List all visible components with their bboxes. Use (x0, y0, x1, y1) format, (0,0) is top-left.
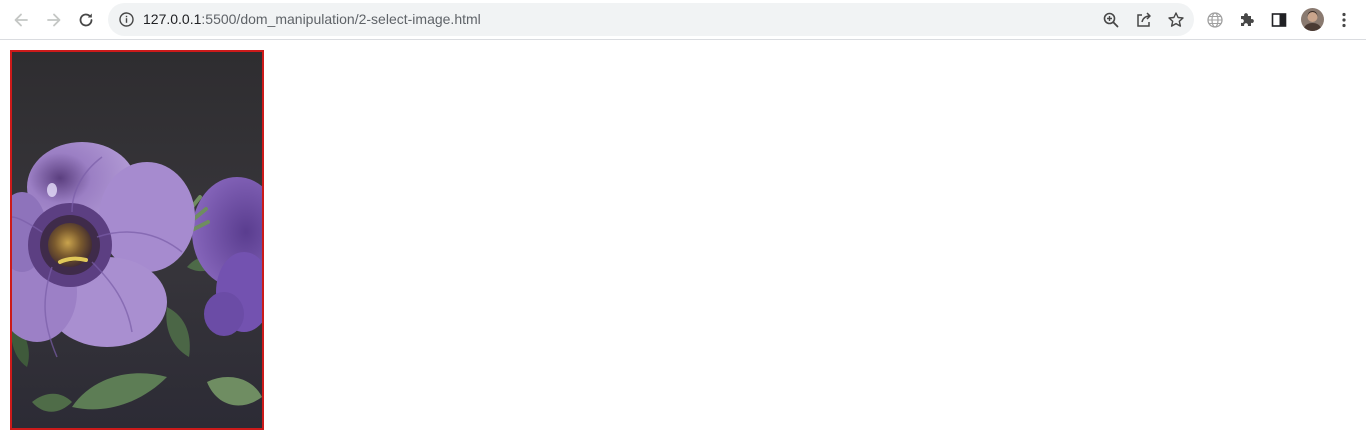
side-panel-icon (1271, 13, 1287, 27)
globe-icon (1207, 12, 1223, 28)
info-icon[interactable] (118, 11, 135, 28)
zoom-icon (1103, 12, 1119, 28)
arrow-left-icon (14, 13, 28, 27)
avatar[interactable] (1301, 8, 1324, 31)
address-bar[interactable]: 127.0.0.1:5500/dom_manipulation/2-select… (108, 3, 1194, 36)
flower-image (10, 50, 264, 430)
menu-button[interactable] (1332, 8, 1356, 32)
extensions-button[interactable] (1235, 8, 1259, 32)
bookmark-button[interactable] (1165, 9, 1187, 31)
reload-icon (79, 13, 93, 27)
page-content (0, 40, 1366, 433)
browser-toolbar: 127.0.0.1:5500/dom_manipulation/2-select… (0, 0, 1366, 40)
back-button[interactable] (9, 8, 33, 32)
translate-button[interactable] (1203, 8, 1227, 32)
zoom-button[interactable] (1100, 9, 1122, 31)
arrow-right-icon (47, 13, 61, 27)
puzzle-icon (1241, 13, 1254, 26)
forward-button[interactable] (42, 8, 66, 32)
petunia-picture (12, 52, 262, 428)
share-icon (1137, 12, 1151, 27)
kebab-menu-icon (1342, 12, 1346, 28)
profile-avatar-icon (1301, 8, 1324, 31)
url-path: :5500/dom_manipulation/2-select-image.ht… (201, 11, 481, 27)
share-button[interactable] (1133, 9, 1155, 31)
side-panel-button[interactable] (1267, 8, 1291, 32)
url-host: 127.0.0.1 (143, 11, 202, 27)
reload-button[interactable] (74, 8, 98, 32)
url-text[interactable]: 127.0.0.1:5500/dom_manipulation/2-select… (143, 11, 481, 28)
star-icon (1168, 12, 1184, 27)
